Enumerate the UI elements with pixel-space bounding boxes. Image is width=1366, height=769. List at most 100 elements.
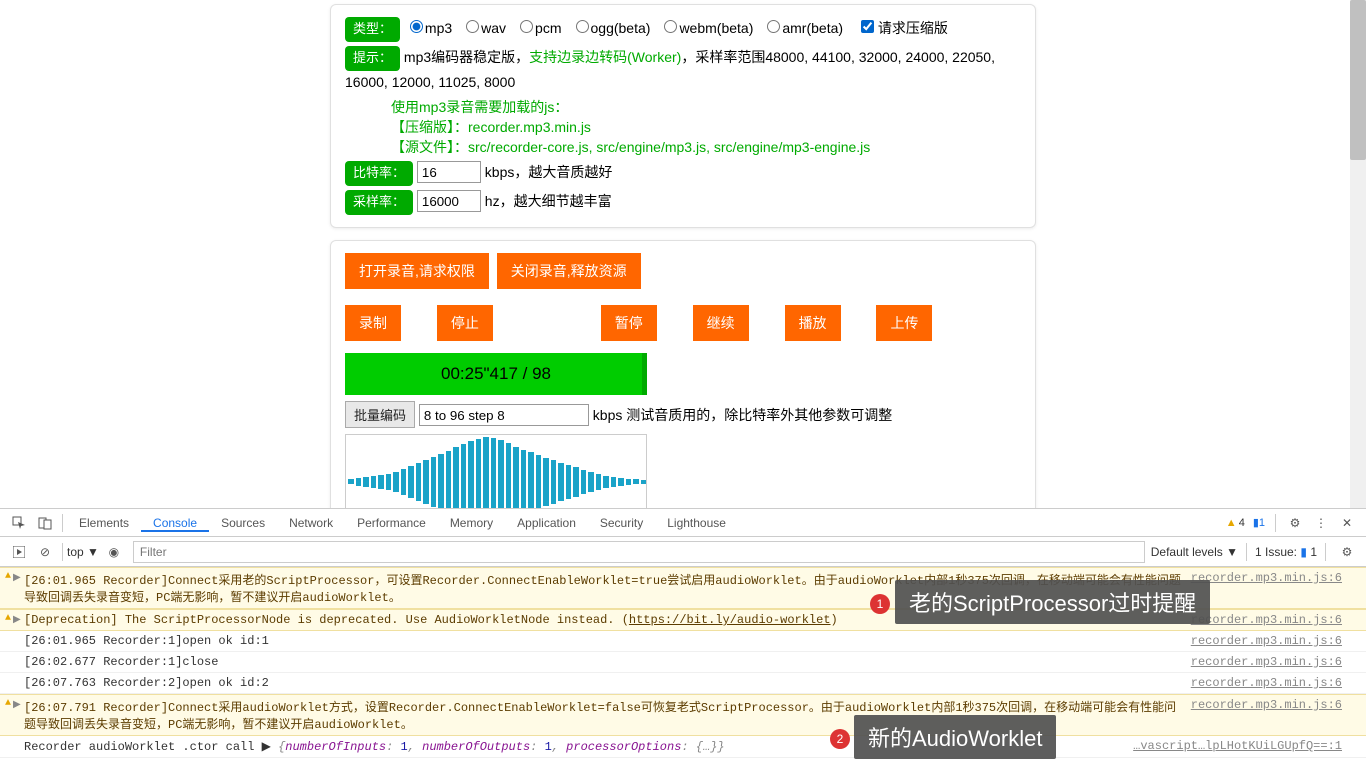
- log-link[interactable]: https://bit.ly/audio-worklet: [629, 613, 831, 627]
- expand-arrow-icon[interactable]: ▶: [13, 572, 21, 584]
- console-log-warn[interactable]: ▶[26:07.791 Recorder]Connect采用audioWorkl…: [0, 694, 1366, 736]
- eye-icon[interactable]: ◉: [105, 543, 123, 561]
- wave-bar: [483, 437, 489, 508]
- wave-bar: [573, 467, 579, 497]
- format-option-webm(beta)[interactable]: webm(beta): [658, 20, 753, 36]
- wave-bar: [446, 451, 452, 508]
- wave-bar: [513, 447, 519, 508]
- expand-arrow-icon[interactable]: ▶: [13, 699, 21, 711]
- format-radio[interactable]: [664, 20, 677, 33]
- bitrate-input[interactable]: [417, 161, 481, 183]
- wave-bar: [641, 480, 647, 484]
- console-log-log[interactable]: [26:07.763 Recorder:2]open ok id:2record…: [0, 673, 1366, 694]
- worker-link[interactable]: 支持边录边转码(Worker): [529, 49, 681, 65]
- scroll-thumb[interactable]: [1350, 0, 1366, 160]
- wave-bar: [633, 479, 639, 484]
- format-option-amr(beta)[interactable]: amr(beta): [761, 20, 843, 36]
- close-button[interactable]: 关闭录音,释放资源: [497, 253, 641, 289]
- wave-bar: [431, 457, 437, 507]
- format-radio[interactable]: [576, 20, 589, 33]
- resume-button[interactable]: 继续: [693, 305, 749, 341]
- devtools-tab-elements[interactable]: Elements: [67, 516, 141, 530]
- wave-bar: [536, 455, 542, 508]
- format-option-mp3[interactable]: mp3: [404, 20, 452, 36]
- play-button[interactable]: 播放: [785, 305, 841, 341]
- js-source: 【源文件】：src/recorder-core.js, src/engine/m…: [391, 137, 1021, 157]
- batch-encode-button[interactable]: 批量编码: [345, 401, 415, 428]
- format-option-wav[interactable]: wav: [460, 20, 506, 36]
- devtools-tab-lighthouse[interactable]: Lighthouse: [655, 516, 738, 530]
- wave-bar: [468, 441, 474, 508]
- log-source-link[interactable]: recorder.mp3.min.js:6: [1183, 698, 1342, 732]
- timer-bar: 00:25"417 / 98: [345, 353, 647, 395]
- js-needed-title: 使用mp3录音需要加载的js：: [391, 97, 1021, 117]
- play-toggle-icon[interactable]: [10, 543, 28, 561]
- clear-console-icon[interactable]: ⊘: [36, 543, 54, 561]
- bitrate-row: 比特率： kbps，越大音质越好: [345, 161, 1021, 186]
- scrollbar[interactable]: [1350, 0, 1366, 508]
- wave-bar: [558, 463, 564, 501]
- stop-button[interactable]: 停止: [437, 305, 493, 341]
- warning-count[interactable]: ▲4: [1226, 517, 1245, 529]
- format-radio[interactable]: [767, 20, 780, 33]
- format-option-pcm[interactable]: pcm: [514, 20, 561, 36]
- issues-badge[interactable]: 1 Issue: ▮ 1: [1255, 545, 1317, 559]
- console-body[interactable]: ▶[26:01.965 Recorder]Connect采用老的ScriptPr…: [0, 567, 1366, 769]
- gear-icon[interactable]: ⚙: [1286, 514, 1304, 532]
- console-log-log[interactable]: [26:02.677 Recorder:1]closerecorder.mp3.…: [0, 652, 1366, 673]
- more-icon[interactable]: ⋮: [1312, 514, 1330, 532]
- devtools-tab-network[interactable]: Network: [277, 516, 345, 530]
- devtools-tab-console[interactable]: Console: [141, 516, 209, 532]
- wave-bar: [363, 477, 369, 487]
- format-radio[interactable]: [466, 20, 479, 33]
- console-log-obj[interactable]: Recorder audioWorklet .ctor call ▶ {numb…: [0, 736, 1366, 758]
- wave-bar: [423, 460, 429, 504]
- context-select[interactable]: top ▼: [67, 545, 99, 559]
- console-log-log[interactable]: [26:01.965 Recorder:1]open ok id:1record…: [0, 631, 1366, 652]
- wave-bar: [596, 474, 602, 490]
- devtools-tabs: ElementsConsoleSourcesNetworkPerformance…: [0, 509, 1366, 537]
- wave-bar: [386, 474, 392, 490]
- wave-bar: [476, 439, 482, 508]
- wave-bar: [498, 440, 504, 508]
- samplerate-input[interactable]: [417, 190, 481, 212]
- console-log-warn[interactable]: ▶[Deprecation] The ScriptProcessorNode i…: [0, 609, 1366, 631]
- console-log-warn[interactable]: ▶[26:01.965 Recorder]Connect采用老的ScriptPr…: [0, 567, 1366, 609]
- inspect-icon[interactable]: [10, 514, 28, 532]
- log-source-link[interactable]: recorder.mp3.min.js:6: [1183, 613, 1342, 627]
- expand-arrow-icon[interactable]: ▶: [13, 614, 21, 626]
- batch-step-input[interactable]: [419, 404, 589, 426]
- format-radio[interactable]: [520, 20, 533, 33]
- close-icon[interactable]: ✕: [1338, 514, 1356, 532]
- format-radio[interactable]: [410, 20, 423, 33]
- wave-bar: [551, 460, 557, 504]
- upload-button[interactable]: 上传: [876, 305, 932, 341]
- devtools-tab-application[interactable]: Application: [505, 516, 588, 530]
- record-button[interactable]: 录制: [345, 305, 401, 341]
- pause-button[interactable]: 暂停: [601, 305, 657, 341]
- log-source-link[interactable]: …vascript…lpLHotKUiLGUpfQ==:1: [1125, 739, 1342, 754]
- wave-bar: [603, 476, 609, 488]
- wave-bar: [356, 478, 362, 486]
- console-gear-icon[interactable]: ⚙: [1338, 543, 1356, 561]
- devtools-tab-memory[interactable]: Memory: [438, 516, 505, 530]
- devtools-tab-security[interactable]: Security: [588, 516, 655, 530]
- levels-select[interactable]: Default levels ▼: [1151, 545, 1238, 559]
- log-source-link[interactable]: recorder.mp3.min.js:6: [1183, 571, 1342, 605]
- device-icon[interactable]: [36, 514, 54, 532]
- hint-label: 提示：: [345, 46, 400, 71]
- devtools-tab-sources[interactable]: Sources: [209, 516, 277, 530]
- log-message: [Deprecation] The ScriptProcessorNode is…: [24, 613, 1183, 627]
- log-source-link[interactable]: recorder.mp3.min.js:6: [1183, 655, 1342, 669]
- log-source-link[interactable]: recorder.mp3.min.js:6: [1183, 634, 1342, 648]
- filter-input[interactable]: [133, 541, 1145, 563]
- log-message: [26:07.791 Recorder]Connect采用audioWorkle…: [24, 698, 1183, 732]
- log-source-link[interactable]: recorder.mp3.min.js:6: [1183, 676, 1342, 690]
- compress-label[interactable]: 请求压缩版: [861, 20, 948, 36]
- hint-row: 提示： mp3编码器稳定版，支持边录边转码(Worker)，采样率范围48000…: [345, 46, 1021, 93]
- devtools-tab-performance[interactable]: Performance: [345, 516, 438, 530]
- compress-checkbox[interactable]: [861, 20, 874, 33]
- open-button[interactable]: 打开录音,请求权限: [345, 253, 489, 289]
- format-option-ogg(beta)[interactable]: ogg(beta): [570, 20, 651, 36]
- message-count[interactable]: ▮ 1: [1253, 516, 1265, 529]
